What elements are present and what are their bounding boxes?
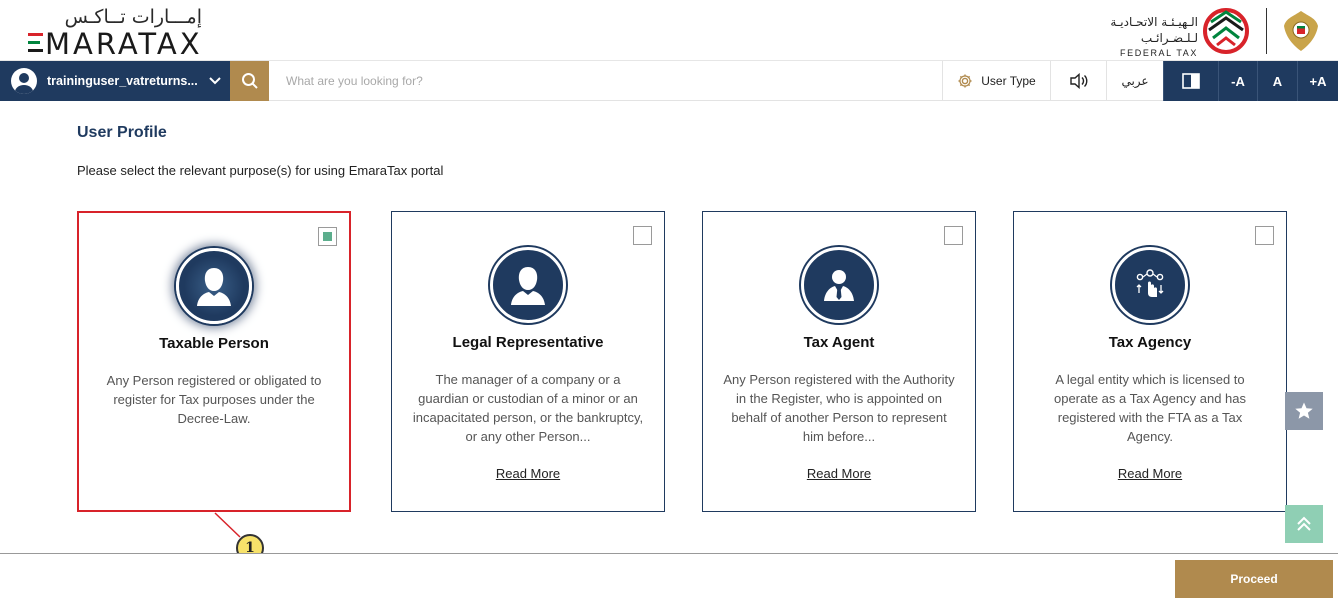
card-title: Tax Agent (803, 334, 875, 351)
person-icon (176, 248, 252, 324)
user-type-button[interactable]: User Type (942, 61, 1050, 101)
user-account-menu[interactable]: traininguser_vatreturns... (0, 61, 230, 101)
search-icon (241, 73, 258, 89)
emaratax-logo[interactable]: إمـــارات تــاكـس MARATAX (28, 6, 208, 61)
uae-emblem-icon (1284, 11, 1318, 51)
legal-representative-checkbox[interactable] (633, 226, 652, 245)
card-tax-agent[interactable]: Tax Agent Any Person registered with the… (702, 211, 976, 512)
tax-agent-checkbox[interactable] (944, 226, 963, 245)
font-increase-button[interactable]: +A (1297, 61, 1338, 101)
speaker-icon (1069, 73, 1087, 89)
favorite-button[interactable] (1285, 392, 1323, 430)
card-description: A legal entity which is licensed to oper… (1053, 372, 1246, 444)
header-divider (1266, 8, 1267, 54)
taxable-person-checkbox[interactable] (318, 227, 337, 246)
text-to-speech-button[interactable] (1050, 61, 1106, 101)
font-normal-button[interactable]: A (1257, 61, 1297, 101)
action-footer: Proceed (0, 553, 1338, 603)
card-description: Any Person registered with the Authority… (723, 372, 955, 444)
contrast-toggle-button[interactable] (1163, 61, 1218, 101)
read-more-link[interactable]: Read More (392, 466, 664, 481)
card-taxable-person[interactable]: Taxable Person Any Person registered or … (77, 211, 351, 512)
read-more-link[interactable]: Read More (1014, 466, 1286, 481)
username-label: traininguser_vatreturns... (47, 74, 197, 88)
gear-icon (958, 74, 972, 88)
card-legal-representative[interactable]: Legal Representative The manager of a co… (391, 211, 665, 512)
navigation-bar: traininguser_vatreturns... User Type عرب… (0, 61, 1338, 101)
page-instructions: Please select the relevant purpose(s) fo… (77, 163, 444, 178)
fta-logo-icon (1203, 8, 1249, 54)
fta-name: الـهيـئـة الاتحـاديـة لـلـضـرائـب FEDERA… (1058, 14, 1198, 72)
agency-network-icon (1112, 247, 1188, 323)
language-toggle-arabic[interactable]: عربي (1106, 61, 1163, 101)
user-avatar-icon (11, 68, 37, 94)
card-description: Any Person registered or obligated to re… (106, 373, 322, 426)
font-decrease-button[interactable]: -A (1218, 61, 1257, 101)
logo-english-text: MARATAX (45, 27, 203, 61)
logo-arabic-text: إمـــارات تــاكـس (64, 6, 202, 28)
scroll-to-top-button[interactable] (1285, 505, 1323, 543)
search-button[interactable] (230, 61, 269, 101)
agent-icon (801, 247, 877, 323)
fta-arabic-name: الـهيـئـة الاتحـاديـة لـلـضـرائـب (1110, 15, 1198, 45)
card-title: Tax Agency (1108, 334, 1192, 351)
card-description: The manager of a company or a guardian o… (412, 372, 644, 444)
page-title: User Profile (77, 124, 167, 141)
card-title: Legal Representative (452, 334, 604, 351)
person-icon (490, 247, 566, 323)
star-icon (1295, 402, 1313, 419)
contrast-icon (1182, 73, 1200, 89)
chevron-down-icon (209, 74, 221, 88)
search-input[interactable] (276, 67, 926, 95)
tax-agency-checkbox[interactable] (1255, 226, 1274, 245)
double-chevron-up-icon (1297, 516, 1311, 531)
top-header: إمـــارات تــاكـس MARATAX الـهيـئـة الات… (0, 0, 1338, 72)
card-title: Taxable Person (159, 335, 269, 352)
logo-e-mark (28, 33, 43, 53)
card-tax-agency[interactable]: Tax Agency A legal entity which is licen… (1013, 211, 1287, 512)
proceed-button[interactable]: Proceed (1175, 560, 1333, 598)
read-more-link[interactable]: Read More (703, 466, 975, 481)
user-type-label: User Type (981, 74, 1036, 88)
